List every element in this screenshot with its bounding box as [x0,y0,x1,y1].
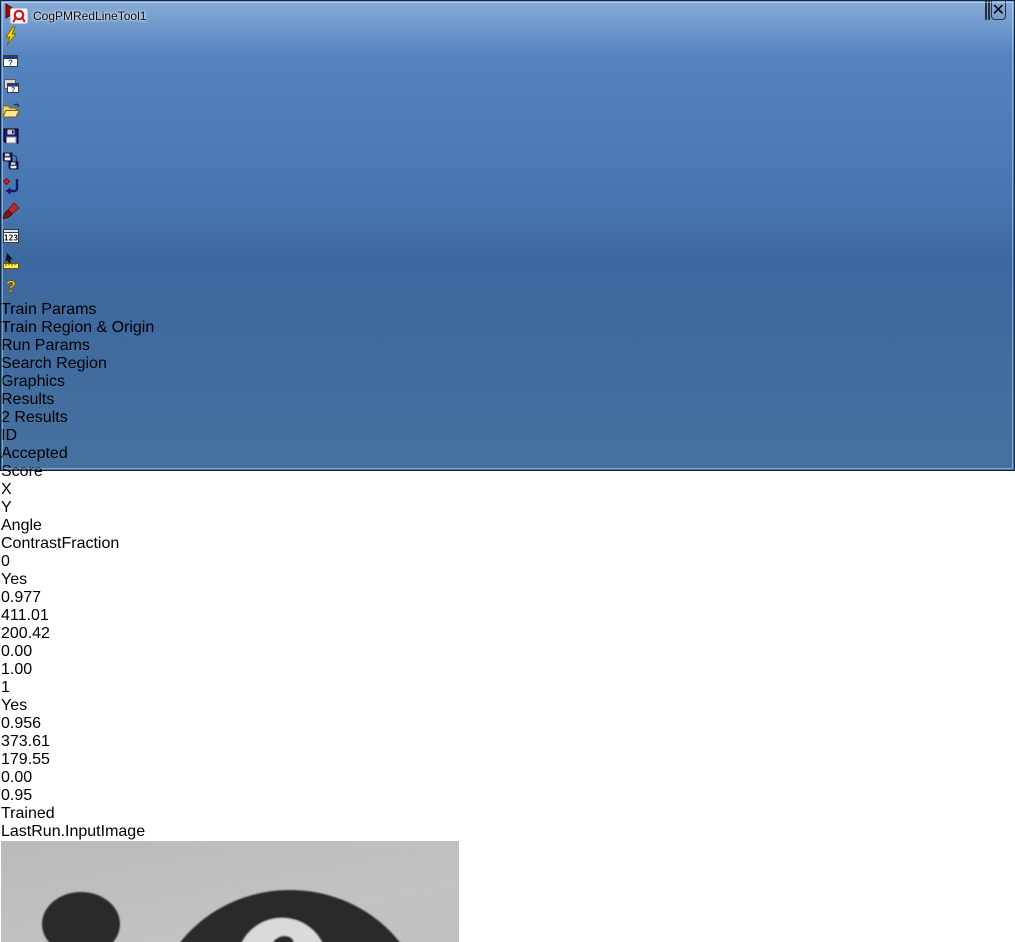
save-floppy-icon [1,126,21,146]
cell-id: 1 [1,679,1014,697]
tab-results[interactable]: Results [1,391,1014,409]
trained-status-label: Trained [1,805,1014,823]
grid-header-row: IDAcceptedScoreXYAngleContrastFraction [1,427,1014,553]
svg-text:?: ? [11,87,15,94]
display-image-selector[interactable]: LastRun.InputImage [1,823,1014,841]
column-header-accepted[interactable]: Accepted [1,445,1014,463]
cell-angle: 0.00 [1,643,1014,661]
brush-icon [1,201,21,221]
column-header-x[interactable]: X [1,481,1014,499]
results-count-label: 2 Results [1,409,1014,427]
titlebar: CogPMRedLineTool1 ✕ [1,1,1014,30]
ruler-pointer-icon [1,251,21,271]
cell-score: 0.956 [1,715,1014,733]
column-header-angle[interactable]: Angle [1,517,1014,535]
maximize-button[interactable] [988,1,990,20]
tab-run-params[interactable]: Run Params [1,337,1014,355]
svg-text:?: ? [8,59,13,68]
help-button[interactable]: ? [1,276,1014,301]
reset-button[interactable] [1,176,1014,201]
tab-train-region-origin[interactable]: Train Region & Origin [1,319,1014,337]
results-grid: IDAcceptedScoreXYAngleContrastFraction 0… [1,427,1014,805]
edit-graphics-button[interactable] [1,201,1014,226]
close-icon: ✕ [992,0,1005,20]
tab-strip: Train ParamsTrain Region & OriginRun Par… [1,301,1014,409]
column-header-contrastfraction[interactable]: ContrastFraction [1,535,1014,553]
selector-value: LastRun.InputImage [1,823,145,840]
column-header-y[interactable]: Y [1,499,1014,517]
cell-x: 373.61 [1,733,1014,751]
tab-search-region[interactable]: Search Region [1,355,1014,373]
column-header-id[interactable]: ID [1,427,1014,445]
cogpm-tool-window: CogPMRedLineTool1 ✕ [0,0,1015,471]
close-button[interactable]: ✕ [991,1,1006,20]
save-as-button[interactable] [1,151,1014,176]
app-logo-icon [10,8,28,24]
cell-x: 411.01 [1,607,1014,625]
image-display-area[interactable] [1,841,1014,942]
cell-score: 0.977 [1,589,1014,607]
show-tool-controls-button[interactable]: ? [1,51,1014,76]
result-row[interactable]: 0Yes0.977411.01200.420.001.00 [1,553,1014,679]
float-tool-window-button[interactable]: ? [1,76,1014,101]
measure-button[interactable] [1,251,1014,276]
tab-graphics[interactable]: Graphics [1,373,1014,391]
show-numeric-results-button[interactable]: 123 [1,226,1014,251]
cell-accepted: Yes [1,697,1014,715]
cell-y: 179.55 [1,751,1014,769]
column-header-score[interactable]: Score [1,463,1014,481]
reset-arrow-icon [1,176,21,196]
tab-train-params[interactable]: Train Params [1,301,1014,319]
window-title: CogPMRedLineTool1 [33,9,146,23]
client-area: ? ? [1,1,1014,942]
numbers-123-icon: 123 [1,226,21,246]
window-controls: ✕ [984,1,1006,20]
cell-contrastfraction: 1.00 [1,661,1014,679]
save-as-icon [1,151,21,171]
cell-angle: 0.00 [1,769,1014,787]
svg-text:?: ? [6,277,16,296]
cell-y: 200.42 [1,625,1014,643]
cell-id: 0 [1,553,1014,571]
svg-text:123: 123 [4,234,19,243]
cell-contrastfraction: 0.95 [1,787,1014,805]
inspection-image [1,841,459,942]
open-file-button[interactable] [1,101,1014,126]
cell-accepted: Yes [1,571,1014,589]
result-row[interactable]: 1Yes0.956373.61179.550.000.95 [1,679,1014,805]
minimize-button[interactable] [985,1,987,20]
toolbar: ? ? [1,1,1014,301]
tool-window-icon: ? [1,51,21,71]
open-folder-icon [1,101,21,121]
save-button[interactable] [1,126,1014,151]
float-window-icon: ? [1,76,21,96]
help-icon: ? [1,276,21,296]
